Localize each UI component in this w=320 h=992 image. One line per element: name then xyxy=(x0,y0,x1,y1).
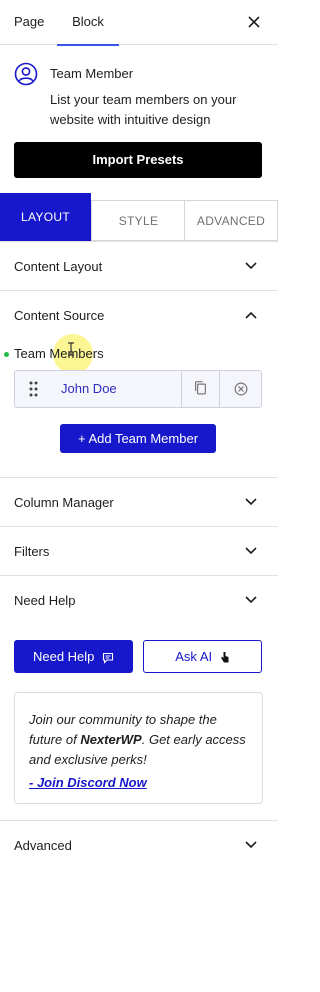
section-label: Need Help xyxy=(14,593,76,608)
community-box: Join our community to shape the future o… xyxy=(14,692,263,804)
active-tab-indicator xyxy=(57,44,119,46)
chevron-down-icon xyxy=(245,498,257,506)
section-label: Content Source xyxy=(14,308,105,323)
section-need-help[interactable]: Need Help xyxy=(0,575,278,624)
section-column-manager[interactable]: Column Manager xyxy=(0,477,278,526)
ask-ai-label: Ask AI xyxy=(175,649,213,664)
tab-layout[interactable]: LAYOUT xyxy=(0,193,91,241)
tab-page[interactable]: Page xyxy=(14,0,44,45)
section-content-layout[interactable]: Content Layout xyxy=(0,241,278,290)
need-help-button[interactable]: Need Help xyxy=(14,640,133,673)
team-members-label: Team Members xyxy=(14,346,104,361)
hand-pointer-icon xyxy=(220,652,229,663)
add-team-member-button[interactable]: + Add Team Member xyxy=(60,424,216,453)
block-description: List your team members on your website w… xyxy=(50,92,237,127)
section-content-source[interactable]: Content Source xyxy=(0,290,278,339)
tab-advanced[interactable]: ADVANCED xyxy=(184,200,278,241)
sidebar-tabs: Page Block xyxy=(0,0,278,46)
drag-handle-icon[interactable] xyxy=(15,371,53,407)
section-label: Content Layout xyxy=(14,259,103,274)
close-icon[interactable] xyxy=(244,12,264,32)
chevron-down-icon xyxy=(245,262,257,270)
community-brand: NexterWP xyxy=(80,732,142,747)
join-discord-link[interactable]: - Join Discord Now xyxy=(29,773,248,793)
section-label: Column Manager xyxy=(14,495,114,510)
tab-block[interactable]: Block xyxy=(57,0,119,46)
block-title: Team Member xyxy=(50,66,134,81)
section-label: Advanced xyxy=(14,838,72,853)
ask-ai-button[interactable]: Ask AI xyxy=(143,640,262,673)
section-filters[interactable]: Filters xyxy=(0,526,278,575)
chevron-down-icon xyxy=(245,596,257,604)
chevron-down-icon xyxy=(245,547,257,555)
section-label: Filters xyxy=(14,544,50,559)
duplicate-icon[interactable] xyxy=(181,371,219,407)
team-member-name[interactable]: John Doe xyxy=(61,371,117,407)
tab-block-label: Block xyxy=(72,14,104,29)
status-dot xyxy=(4,352,9,357)
need-help-label: Need Help xyxy=(32,649,95,664)
user-circle-icon xyxy=(14,62,38,86)
chevron-down-icon xyxy=(245,841,257,849)
chevron-up-icon xyxy=(245,311,257,319)
section-advanced[interactable]: Advanced xyxy=(0,820,278,869)
remove-icon[interactable] xyxy=(219,371,262,407)
chat-icon xyxy=(102,652,114,664)
import-presets-button[interactable]: Import Presets xyxy=(14,142,262,178)
tab-style[interactable]: STYLE xyxy=(91,200,185,241)
text-cursor-icon xyxy=(68,342,74,356)
team-member-item[interactable]: John Doe xyxy=(14,370,262,408)
